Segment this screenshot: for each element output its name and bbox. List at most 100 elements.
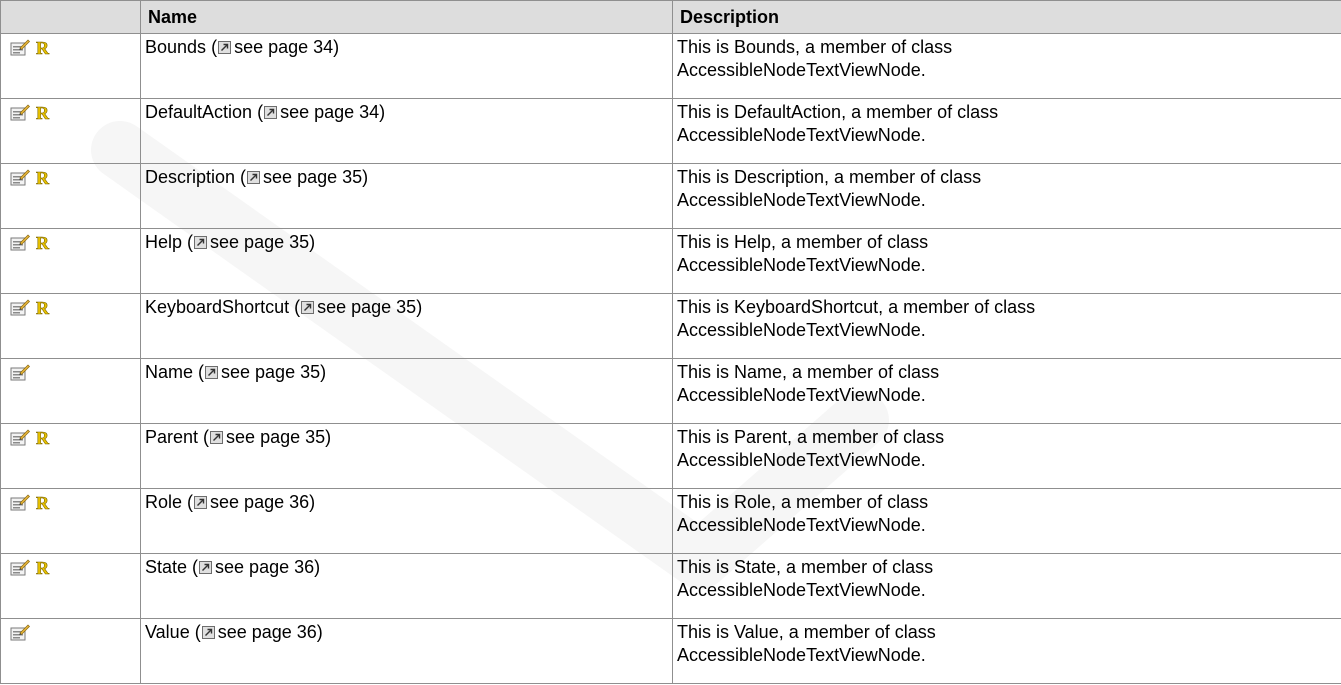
table-row: Name ( see page 35) This is Name, a member…	[0, 358, 1341, 424]
link-arrow-icon	[194, 232, 208, 255]
description-line: This is Name, a member of class	[677, 362, 940, 382]
read-only-icon: R	[35, 428, 52, 453]
paren-open: (	[182, 232, 194, 252]
paren-open: (	[252, 102, 264, 122]
svg-text:R: R	[36, 559, 50, 577]
member-name: Role	[145, 492, 183, 512]
paren-close: )	[416, 297, 423, 317]
member-description-cell: This is KeyboardShortcut, a member of cl…	[672, 293, 1341, 359]
description-class-name: AccessibleNodeTextViewNode.	[677, 515, 926, 535]
member-name-cell: DefaultAction ( see page 34)	[140, 98, 673, 164]
member-icons-cell: R	[0, 98, 141, 164]
description-class-name: AccessibleNodeTextViewNode.	[677, 255, 926, 275]
see-page-link[interactable]: see page 36	[218, 622, 317, 642]
see-page-link[interactable]: see page 35	[263, 167, 362, 187]
member-description-cell: This is Value, a member of class Accessib…	[672, 618, 1341, 684]
description-line: This is Bounds, a member of class	[677, 37, 953, 57]
property-icon	[10, 104, 30, 128]
member-name: Bounds	[145, 37, 207, 57]
member-icons-cell	[0, 618, 141, 684]
member-icons-cell: R	[0, 423, 141, 489]
see-page-link[interactable]: see page 35	[221, 362, 320, 382]
link-arrow-icon	[247, 167, 261, 190]
member-name: Name	[145, 362, 194, 382]
header-icon-column	[0, 0, 141, 34]
property-icon	[10, 624, 30, 648]
see-page-link[interactable]: see page 36	[215, 557, 314, 577]
member-name: Description	[145, 167, 236, 187]
description-class-name: AccessibleNodeTextViewNode.	[677, 320, 926, 340]
description-class-name: AccessibleNodeTextViewNode.	[677, 125, 926, 145]
member-icons-cell: R	[0, 488, 141, 554]
paren-close: )	[316, 622, 323, 642]
paren-open: (	[193, 362, 205, 382]
svg-text:R: R	[36, 234, 50, 252]
description-line: This is KeyboardShortcut, a member of cl…	[677, 297, 1036, 317]
see-page-link[interactable]: see page 34	[280, 102, 379, 122]
see-page-link[interactable]: see page 35	[226, 427, 325, 447]
members-table: Name Description R Bounds ( see page 34) Th…	[0, 0, 1341, 684]
member-name-cell: Name ( see page 35)	[140, 358, 673, 424]
description-line: This is Help, a member of class	[677, 232, 929, 252]
member-description-cell: This is Description, a member of class Ac…	[672, 163, 1341, 229]
table-row: Value (see page 36) This is Value, a memb…	[0, 618, 1341, 684]
table-row: R DefaultAction ( see page 34) This is Defa…	[0, 98, 1341, 164]
member-name: Parent	[145, 427, 199, 447]
read-only-icon: R	[35, 233, 52, 258]
description-line: This is Parent, a member of class	[677, 427, 945, 447]
description-line: This is Role, a member of class	[677, 492, 929, 512]
table-row: R Role (see page 36) This is Role, a membe…	[0, 488, 1341, 554]
paren-close: )	[309, 232, 316, 252]
member-icons-cell: R	[0, 228, 141, 294]
paren-open: (	[235, 167, 247, 187]
svg-text:R: R	[36, 169, 50, 187]
description-class-name: AccessibleNodeTextViewNode.	[677, 60, 926, 80]
see-page-link[interactable]: see page 36	[210, 492, 309, 512]
paren-close: )	[309, 492, 316, 512]
member-name: DefaultAction	[145, 102, 253, 122]
member-name: Help	[145, 232, 183, 252]
svg-text:R: R	[36, 39, 50, 57]
paren-open: (	[187, 557, 199, 577]
link-arrow-icon	[210, 427, 224, 450]
description-line: This is Description, a member of class	[677, 167, 982, 187]
member-icons-cell: R	[0, 163, 141, 229]
link-arrow-icon	[199, 557, 213, 580]
paren-open: (	[189, 622, 201, 642]
member-icons-cell: R	[0, 553, 141, 619]
description-line: This is State, a member of class	[677, 557, 934, 577]
paren-close: )	[379, 102, 386, 122]
description-line: This is DefaultAction, a member of class	[677, 102, 999, 122]
table-row: R State (see page 36) This is State, a mem…	[0, 553, 1341, 619]
member-icons-cell	[0, 358, 141, 424]
paren-close: )	[333, 37, 340, 57]
member-name: State	[145, 557, 188, 577]
table-row: R Description ( see page 35) This is Descri…	[0, 163, 1341, 229]
description-class-name: AccessibleNodeTextViewNode.	[677, 385, 926, 405]
member-name-cell: Value (see page 36)	[140, 618, 673, 684]
member-description-cell: This is DefaultAction, a member of class…	[672, 98, 1341, 164]
header-description: Description	[672, 0, 1341, 34]
member-name-cell: Description ( see page 35)	[140, 163, 673, 229]
read-only-icon: R	[35, 493, 52, 518]
property-icon	[10, 234, 30, 258]
paren-open: (	[206, 37, 218, 57]
member-description-cell: This is State, a member of class Accessib…	[672, 553, 1341, 619]
property-icon	[10, 39, 30, 63]
see-page-link[interactable]: see page 34	[234, 37, 333, 57]
paren-open: (	[198, 427, 210, 447]
paren-close: )	[362, 167, 369, 187]
link-arrow-icon	[205, 362, 219, 385]
member-name: KeyboardShortcut	[145, 297, 290, 317]
member-name-cell: Help ( see page 35)	[140, 228, 673, 294]
member-icons-cell: R	[0, 33, 141, 99]
paren-close: )	[325, 427, 332, 447]
read-only-icon: R	[35, 103, 52, 128]
paren-close: )	[320, 362, 327, 382]
table-row: R Help ( see page 35) This is Help, a membe…	[0, 228, 1341, 294]
see-page-link[interactable]: see page 35	[317, 297, 416, 317]
see-page-link[interactable]: see page 35	[210, 232, 309, 252]
read-only-icon: R	[35, 298, 52, 323]
property-icon	[10, 364, 30, 388]
member-name-cell: State (see page 36)	[140, 553, 673, 619]
